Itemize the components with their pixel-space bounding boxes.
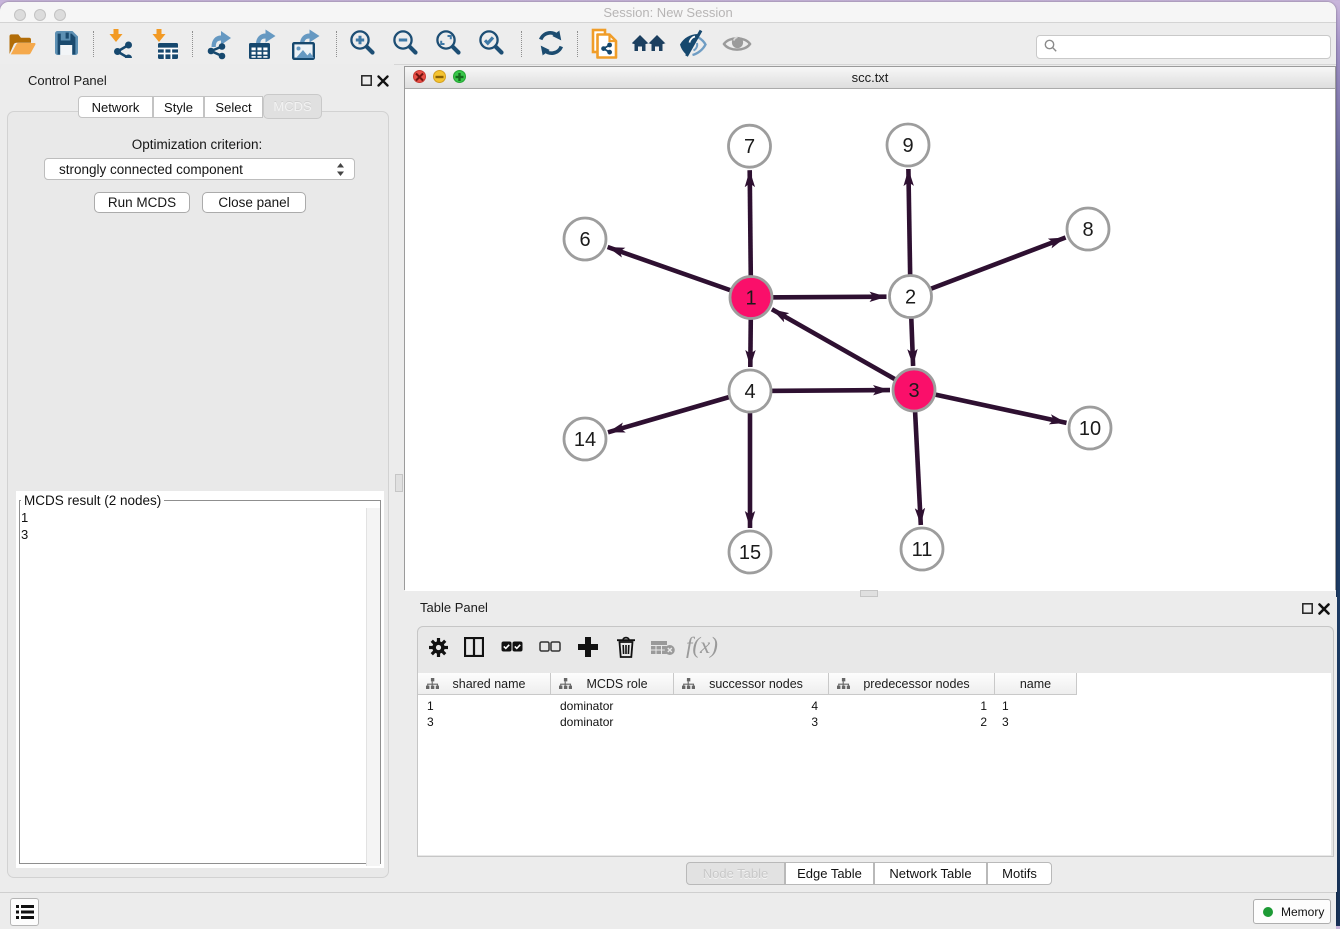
svg-text:6: 6 — [579, 229, 590, 251]
svg-text:11: 11 — [912, 539, 933, 561]
svg-text:14: 14 — [574, 429, 596, 451]
svg-text:10: 10 — [1079, 418, 1101, 440]
svg-text:3: 3 — [908, 380, 919, 402]
svg-text:2: 2 — [905, 287, 916, 309]
svg-text:7: 7 — [744, 136, 755, 158]
svg-text:15: 15 — [739, 542, 761, 564]
svg-text:4: 4 — [744, 381, 755, 403]
svg-text:9: 9 — [902, 135, 913, 157]
svg-text:1: 1 — [745, 288, 756, 310]
svg-text:8: 8 — [1082, 219, 1093, 241]
